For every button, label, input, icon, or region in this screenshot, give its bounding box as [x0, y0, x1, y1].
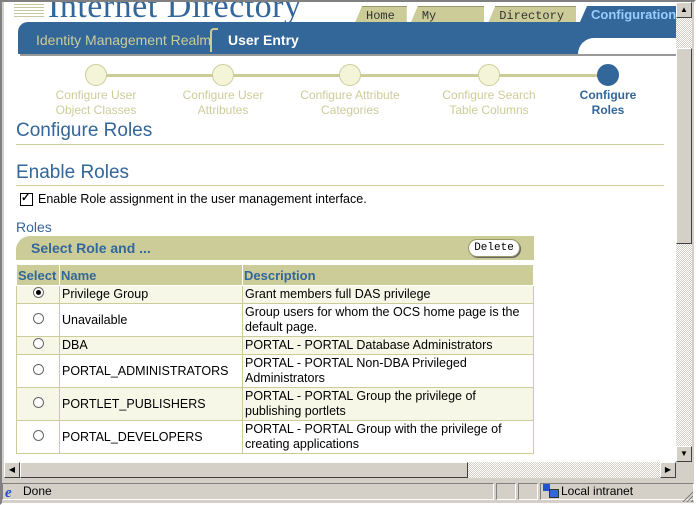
resize-grip[interactable]	[681, 490, 693, 502]
table-row: PORTAL_ADMINISTRATORS PORTAL - PORTAL No…	[16, 354, 534, 388]
table-row: Unavailable Group users for whom the OCS…	[16, 303, 534, 337]
enable-roles-checkbox[interactable]	[20, 191, 33, 206]
table-header-row: Select Name Description	[16, 264, 534, 286]
page-viewport: Internet Directory Home My Profile Direc…	[4, 2, 676, 462]
scroll-left-button[interactable]: ◀	[4, 462, 20, 478]
horizontal-scrollbar[interactable]: ◀ ▶	[4, 462, 676, 478]
step-label: Configure User	[55, 88, 137, 102]
step-visited-icon	[339, 64, 361, 86]
column-header-description: Description	[242, 264, 534, 286]
status-bar: e Done Local intranet	[2, 481, 694, 503]
row-select-radio[interactable]	[32, 396, 44, 408]
action-bar-title: Select Role and ...	[31, 240, 151, 256]
step-label: Roles	[591, 103, 625, 117]
row-select-radio[interactable]	[32, 338, 44, 349]
train-step-roles: Configure Roles	[538, 64, 676, 118]
table-row: PORTLET_PUBLISHERS PORTAL - PORTAL Group…	[16, 387, 534, 421]
subtab-identity-management-realm[interactable]: Identity Management Realm	[36, 32, 211, 48]
step-label: Configure User	[182, 88, 264, 102]
role-name: Privilege Group	[59, 285, 243, 304]
step-label: Configure	[579, 88, 637, 102]
enable-roles-option: Enable Role assignment in the user manag…	[20, 191, 367, 206]
step-current-icon	[597, 64, 619, 86]
step-label: Attributes	[197, 103, 249, 117]
internet-explorer-icon: e	[5, 485, 12, 501]
subtab-separator	[210, 28, 218, 52]
status-panel	[518, 483, 538, 500]
scroll-right-button[interactable]: ▶	[660, 462, 676, 478]
status-panel	[496, 483, 516, 500]
delete-button[interactable]: Delete	[468, 239, 520, 257]
row-select-radio[interactable]	[32, 363, 44, 375]
horizontal-scroll-thumb[interactable]	[20, 462, 468, 478]
roles-table: Select Name Description Privilege Group …	[16, 264, 534, 454]
roles-label: Roles	[16, 219, 52, 235]
enable-roles-label: Enable Role assignment in the user manag…	[38, 192, 367, 206]
step-label: Object Classes	[55, 103, 137, 117]
role-name: DBA	[59, 336, 243, 355]
scroll-down-button[interactable]: ▼	[676, 446, 692, 462]
role-description: Grant members full DAS privilege	[242, 285, 534, 304]
row-select-radio[interactable]	[32, 287, 44, 298]
vertical-scrollbar[interactable]: ▲ ▼	[676, 2, 692, 462]
row-select-radio[interactable]	[32, 429, 44, 441]
zone-text: Local intranet	[561, 484, 634, 498]
section-title: Enable Roles	[16, 162, 130, 183]
page-title: Configure Roles	[16, 120, 153, 141]
scroll-up-button[interactable]: ▲	[676, 2, 692, 18]
column-header-name: Name	[59, 264, 243, 286]
column-header-select: Select	[16, 264, 60, 286]
step-label: Configure Search	[442, 88, 536, 102]
role-name: PORTAL_DEVELOPERS	[59, 420, 243, 454]
zone-panel: Local intranet	[540, 483, 694, 500]
subtab-bar-notch	[578, 38, 676, 54]
table-row: DBA PORTAL - PORTAL Database Administrat…	[16, 336, 534, 355]
row-select-radio[interactable]	[32, 312, 44, 324]
table-action-bar: Select Role and ... Delete	[16, 236, 534, 260]
step-visited-icon	[478, 64, 500, 86]
status-text: Done	[23, 484, 52, 498]
role-name: Unavailable	[59, 303, 243, 337]
role-description: PORTAL - PORTAL Group the privilege of p…	[242, 387, 534, 421]
vertical-scroll-thumb[interactable]	[676, 48, 692, 244]
step-label: Configure Attribute	[300, 88, 400, 102]
divider	[16, 185, 664, 186]
role-name: PORTLET_PUBLISHERS	[59, 387, 243, 421]
role-description: PORTAL - PORTAL Non-DBA Privileged Admin…	[242, 354, 534, 388]
role-description: Group users for whom the OCS home page i…	[242, 303, 534, 337]
subtab-bar: Identity Management Realm User Entry	[18, 22, 676, 54]
brand-decoration	[14, 4, 44, 18]
role-description: PORTAL - PORTAL Database Administrators	[242, 336, 534, 355]
table-row: Privilege Group Grant members full DAS p…	[16, 285, 534, 304]
role-name: PORTAL_ADMINISTRATORS	[59, 354, 243, 388]
divider	[16, 144, 664, 145]
train-step-attributes[interactable]: Configure User Attributes	[153, 64, 293, 118]
step-label: Categories	[320, 103, 380, 117]
local-intranet-icon	[543, 484, 559, 498]
subtab-user-entry[interactable]: User Entry	[228, 32, 299, 48]
step-visited-icon	[212, 64, 234, 86]
table-row: PORTAL_DEVELOPERS PORTAL - PORTAL Group …	[16, 420, 534, 454]
status-message-panel: e Done	[2, 483, 494, 501]
scrollbar-corner	[676, 462, 692, 478]
train-step-object-classes[interactable]: Configure User Object Classes	[26, 64, 166, 118]
step-visited-icon	[85, 64, 107, 86]
train-step-attribute-categories[interactable]: Configure Attribute Categories	[280, 64, 420, 118]
step-label: Table Columns	[449, 103, 529, 117]
role-description: PORTAL - PORTAL Group with the privilege…	[242, 420, 534, 454]
